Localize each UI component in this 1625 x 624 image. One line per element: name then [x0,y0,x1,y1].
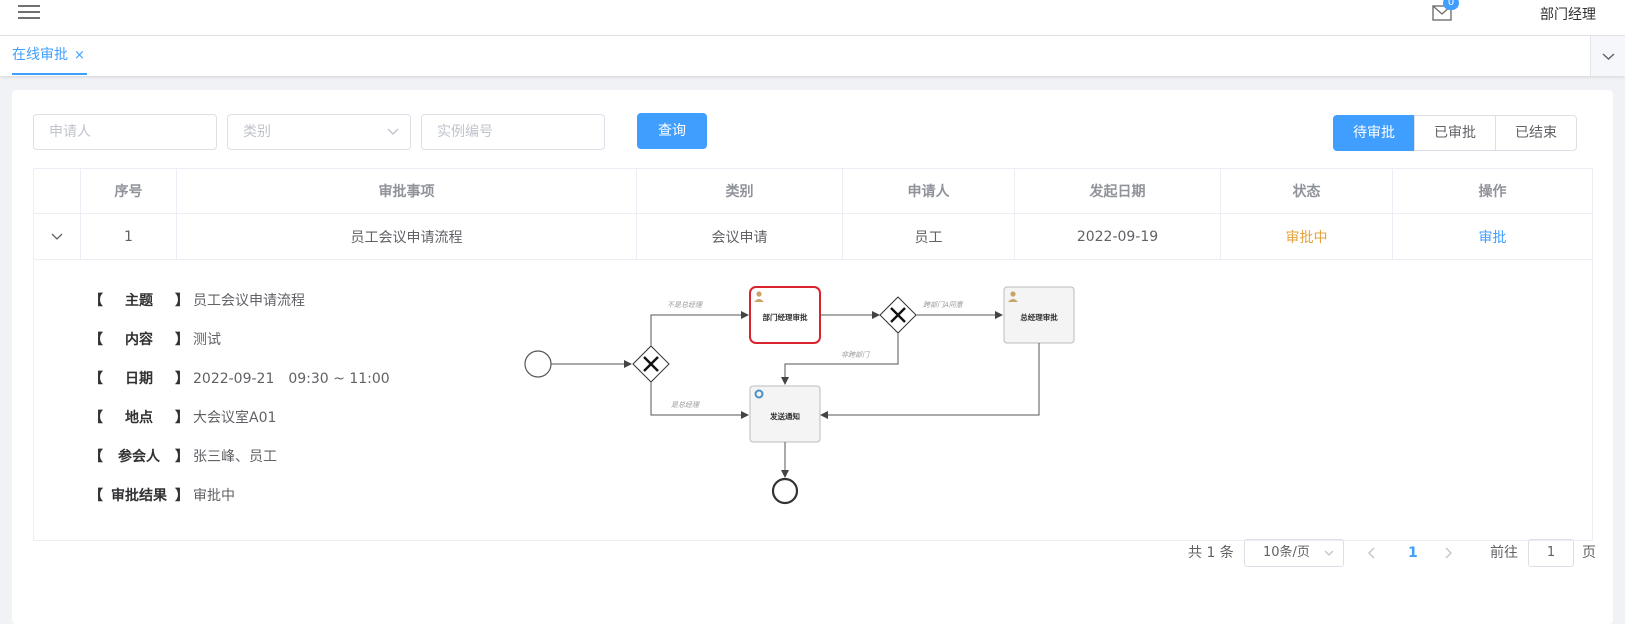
category-select[interactable]: 类别 [227,114,411,150]
task-gm-approval[interactable]: 总经理审批 [1003,286,1075,344]
column-header: 操作 [1478,184,1507,200]
close-icon[interactable]: × [74,48,85,63]
detail-item: 【内容】测试 [89,329,221,349]
top-header: 0 部门经理 [0,0,1625,36]
tab-more-button[interactable] [1590,36,1625,76]
instance-number-input[interactable]: 实例编号 [421,114,605,150]
flow-label-not-gm: 不是总经理 [667,301,703,309]
goto-label: 前往 [1490,545,1518,561]
column-header: 类别 [637,169,843,213]
page-unit: 页 [1582,545,1596,561]
detail-key: 地点 [125,410,153,426]
applicant-input[interactable]: 申请人 [33,114,217,150]
detail-item: 【审批结果】审批中 [89,485,235,505]
category-placeholder: 类别 [243,124,271,140]
detail-key: 审批结果 [111,488,167,504]
table-header: 序号 审批事项 类别 申请人 发起日期 状态 操作 [34,169,1592,214]
total-count: 共 1 条 [1188,545,1234,561]
flow-label-non-cross: 非跨部门 [841,351,870,359]
exclusive-gateway [632,345,670,383]
workflow-diagram: 不是总经理 是总经理 部门经理审批 跨部门A同意 非跨部门 总经理审批 发送通知 [524,286,1075,505]
column-header: 状态 [1221,169,1393,213]
pagination: 共 1 条 10条/页 1 前往 1 页 [12,537,1613,569]
task-label: 发送通知 [769,411,800,421]
detail-item: 【日期】 2022-09-21 09:30 ~ 11:00 [89,368,390,388]
row-index: 1 [81,214,177,259]
flow-label-cross-dept: 跨部门A同意 [923,301,964,309]
approve-link[interactable]: 审批 [1393,214,1592,259]
task-dept-manager-approval[interactable]: 部门经理审批 [749,286,821,344]
detail-item: 【参会人】张三峰、员工 [89,446,277,466]
goto-page-input[interactable]: 1 [1528,539,1574,567]
user-name[interactable]: 部门经理 [1540,4,1596,24]
column-header: 申请人 [843,169,1015,213]
task-label: 部门经理审批 [763,312,808,322]
table-row: 1 员工会议申请流程 会议申请 员工 2022-09-19 审批中 审批 [34,214,1592,260]
mail-count-badge: 0 [1443,0,1459,10]
detail-value: 大会议室A01 [193,410,277,426]
task-label: 总经理审批 [1020,312,1058,322]
approval-table: 序号 审批事项 类别 申请人 发起日期 状态 操作 1 员工会议申请流程 会议申… [33,168,1593,541]
row-status: 审批中 [1221,214,1393,259]
detail-value: 测试 [193,332,221,348]
detail-value: 员工会议申请流程 [193,293,305,309]
tab-bar: 在线审批 × [0,36,1625,76]
detail-key: 内容 [125,332,153,348]
end-event [771,477,799,505]
expand-column-header [34,169,81,213]
main-card: 申请人 类别 实例编号 查询 待审批 已审批 已结束 序号 审批事项 类别 申请… [12,90,1613,624]
tab-online-approval[interactable]: 在线审批 × [12,36,87,75]
row-applicant: 员工 [843,214,1015,259]
task-send-notification[interactable]: 发送通知 [749,385,821,443]
detail-item: 【地点】大会议室A01 [89,407,276,427]
chevron-down-icon [51,233,63,240]
detail-key: 参会人 [118,449,160,465]
chevron-down-icon [387,128,399,135]
chevron-down-icon [1324,550,1334,556]
column-header: 序号 [81,169,177,213]
start-event [524,350,552,378]
flow-label-is-gm: 是总经理 [671,401,700,409]
status-tab-finished[interactable]: 已结束 [1495,115,1577,151]
detail-value: 张三峰、员工 [193,449,277,465]
tab-label: 在线审批 [12,47,68,63]
detail-value: 2022-09-21 09:30 ~ 11:00 [193,371,390,387]
page-size-select[interactable]: 10条/页 [1244,539,1344,567]
detail-key: 日期 [125,371,153,387]
detail-key: 主题 [125,293,153,309]
status-tab-pending[interactable]: 待审批 [1333,115,1415,151]
row-category: 会议申请 [637,214,843,259]
status-filter: 待审批 已审批 已结束 [1333,115,1577,151]
query-button[interactable]: 查询 [637,113,707,149]
row-date: 2022-09-19 [1015,214,1221,259]
prev-page-icon[interactable] [1367,547,1377,559]
detail-item: 【主题】员工会议申请流程 [89,290,305,310]
row-item: 员工会议申请流程 [177,214,637,259]
expand-row-button[interactable] [34,214,81,259]
menu-toggle-icon[interactable] [18,2,40,24]
status-tab-approved[interactable]: 已审批 [1414,115,1496,151]
exclusive-gateway [879,296,917,334]
current-page[interactable]: 1 [1408,538,1418,568]
column-header: 发起日期 [1015,169,1221,213]
detail-value: 审批中 [193,488,235,504]
chevron-down-icon [1602,53,1615,60]
next-page-icon[interactable] [1443,547,1453,559]
row-detail: 【主题】员工会议申请流程 【内容】测试 【日期】 2022-09-21 09:30… [34,260,1592,540]
column-header: 审批事项 [177,169,637,213]
page-size-value: 10条/页 [1263,545,1310,560]
